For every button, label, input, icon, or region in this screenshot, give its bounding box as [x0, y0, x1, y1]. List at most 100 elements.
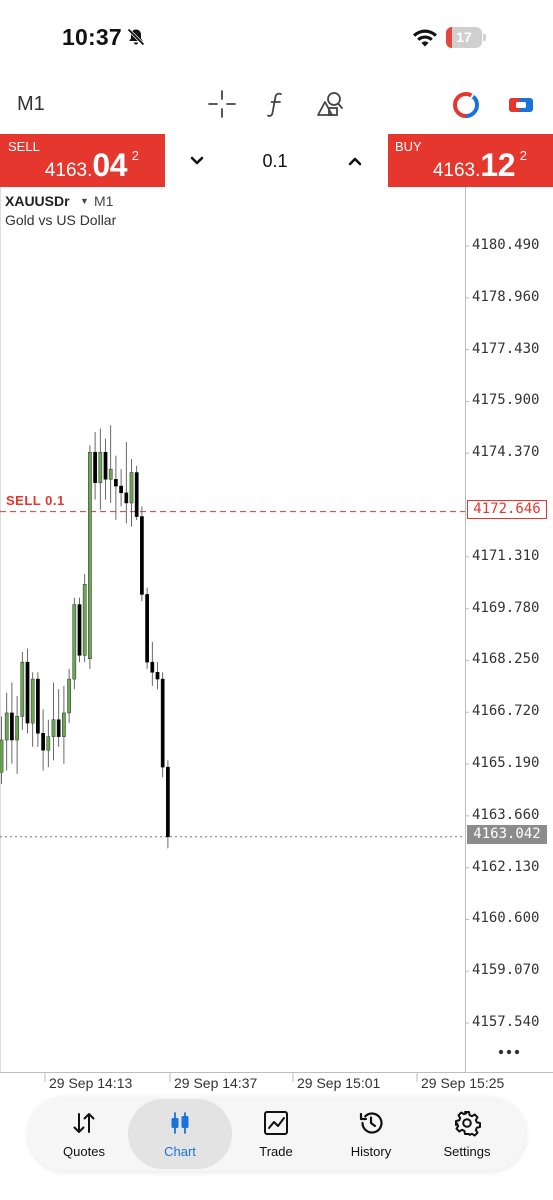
trade-chart-icon	[264, 1111, 288, 1135]
bull-candle	[129, 472, 134, 504]
more-icon[interactable]	[496, 1042, 522, 1062]
time-tick: 29 Sep 15:01	[297, 1075, 381, 1091]
symbol-timeframe: M1	[94, 193, 114, 209]
time-tick: 29 Sep 14:37	[174, 1075, 258, 1091]
nav-label-chart: Chart	[164, 1144, 196, 1159]
bear-candle	[93, 451, 97, 483]
candles-icon	[171, 1112, 189, 1134]
price-tick: 4175.900	[472, 392, 540, 409]
nav-label-settings: Settings	[443, 1144, 491, 1159]
chevron-up-icon[interactable]	[344, 150, 366, 172]
sell-price-big: 04	[92, 147, 127, 183]
candlestick-chart[interactable]	[0, 187, 553, 1097]
sell-button[interactable]: SELL 4163.04 2	[0, 134, 165, 187]
price-tick: 4169.780	[472, 599, 540, 616]
buy-button[interactable]: BUY 4163.12 2	[388, 134, 553, 187]
bull-candle	[20, 661, 25, 717]
time-tick: 29 Sep 14:13	[49, 1075, 133, 1091]
bull-candle	[4, 712, 9, 741]
switch-icon[interactable]	[507, 91, 535, 119]
bull-candle	[15, 716, 19, 741]
buy-label: BUY	[395, 139, 422, 154]
status-bar: 10:37 17	[0, 0, 553, 76]
bull-candle	[67, 678, 71, 714]
crosshair-icon[interactable]	[207, 89, 237, 119]
bull-candle	[30, 678, 35, 724]
bear-candle	[119, 485, 123, 494]
chevron-down-icon[interactable]	[186, 150, 208, 172]
nav-trade[interactable]: Trade	[224, 1097, 328, 1171]
arrows-icon	[73, 1113, 95, 1133]
timeframe-button[interactable]: M1	[17, 93, 45, 116]
bull-candle	[82, 584, 87, 656]
price-tick: 4166.720	[472, 703, 540, 720]
symbol-name[interactable]: XAUUSDr	[5, 193, 70, 209]
price-tick: 4159.070	[472, 962, 540, 979]
bull-candle	[0, 739, 4, 773]
sell-price-sup: 2	[131, 148, 139, 163]
function-icon[interactable]	[262, 89, 292, 119]
buy-price: 4163.12 2	[432, 147, 527, 184]
bid-price-label: 4163.042	[467, 825, 547, 844]
bear-candle	[103, 451, 108, 480]
lot-value[interactable]: 0.1	[245, 151, 305, 172]
nav-settings[interactable]: Settings	[415, 1097, 519, 1171]
bull-candle	[46, 736, 51, 751]
history-icon	[359, 1112, 383, 1134]
price-tick: 4171.310	[472, 547, 540, 564]
sell-price-small: 4163.	[44, 160, 93, 181]
price-tick: 4180.490	[472, 237, 540, 253]
nav-history[interactable]: History	[319, 1097, 423, 1171]
bull-candle	[98, 451, 103, 483]
status-time: 10:37	[62, 24, 122, 50]
nav-quotes[interactable]: Quotes	[32, 1097, 136, 1171]
bear-candle	[160, 678, 165, 768]
battery-level: 17	[456, 29, 472, 45]
buy-price-small: 4163.	[432, 160, 481, 181]
bear-candle	[36, 678, 40, 734]
bear-candle	[150, 661, 155, 673]
price-tick: 4162.130	[472, 858, 540, 875]
price-tick: 4160.600	[472, 910, 540, 927]
bear-candle	[166, 766, 170, 838]
bull-candle	[88, 451, 92, 660]
caret-down-icon[interactable]: ▼	[80, 196, 89, 206]
buy-price-sup: 2	[519, 148, 527, 163]
bell-slash-icon	[127, 28, 145, 46]
bear-candle	[140, 516, 144, 595]
colors-icon[interactable]	[452, 91, 480, 119]
bear-candle	[145, 594, 149, 663]
nav-chart[interactable]: Chart	[128, 1097, 232, 1171]
bull-candle	[51, 719, 56, 737]
bear-candle	[25, 661, 30, 724]
bear-candle	[114, 479, 118, 487]
nav-label-trade: Trade	[259, 1144, 293, 1159]
wifi-icon	[413, 29, 437, 47]
bull-candle	[108, 468, 113, 480]
buy-price-big: 12	[480, 147, 515, 183]
bull-candle	[62, 712, 66, 737]
bear-candle	[56, 719, 61, 737]
settings-icon	[455, 1111, 481, 1137]
sell-order-line-label[interactable]: SELL 0.1	[6, 493, 65, 508]
price-tick: 4177.430	[472, 340, 540, 357]
sell-price: 4163.04 2	[44, 147, 139, 184]
symbol-description: Gold vs US Dollar	[5, 212, 117, 228]
price-tick: 4168.250	[472, 651, 540, 668]
nav-label-quotes: Quotes	[63, 1144, 105, 1159]
price-tick: 4163.660	[472, 806, 540, 823]
bear-candle	[41, 732, 45, 751]
bear-candle	[134, 472, 139, 517]
bear-candle	[10, 712, 14, 741]
price-tick: 4178.960	[472, 288, 540, 305]
battery-icon: 17	[446, 27, 486, 48]
nav-label-history: History	[350, 1144, 392, 1159]
price-tick: 4157.540	[472, 1014, 540, 1031]
bear-candle	[124, 492, 129, 504]
sell-order-price-label: 4172.646	[467, 500, 547, 519]
price-tick: 4165.190	[472, 755, 540, 772]
bear-candle	[155, 672, 160, 680]
objects-icon[interactable]	[315, 89, 345, 119]
time-tick: 29 Sep 15:25	[421, 1075, 505, 1091]
bear-candle	[77, 604, 82, 656]
